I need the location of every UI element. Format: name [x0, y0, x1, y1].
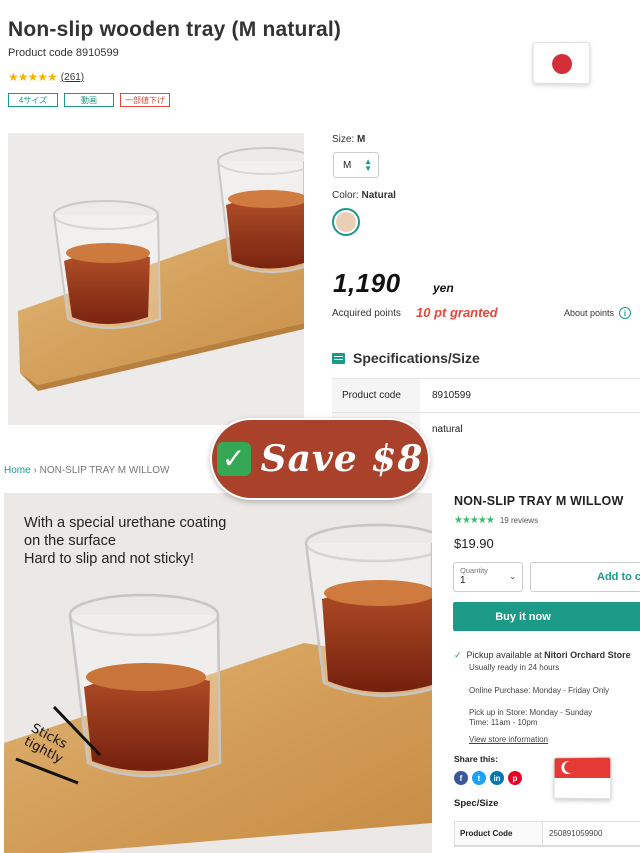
save-badge: ✓ Save $8	[210, 418, 430, 500]
buy-now-button[interactable]: Buy it now	[453, 602, 640, 631]
info-icon: i	[619, 307, 632, 319]
color-swatch-natural[interactable]	[332, 208, 360, 236]
size-value: M	[357, 134, 366, 145]
size-select-value: M	[343, 159, 352, 171]
table-row: Product code 8910599	[332, 379, 640, 413]
check-icon: ✓	[454, 650, 462, 660]
tag-video[interactable]: 動画	[64, 93, 114, 107]
share-buttons: f t in p	[454, 771, 522, 785]
pickup-availability: ✓ Pickup available at Nitori Orchard Stor…	[454, 650, 631, 660]
tray-glasses-illustration	[8, 133, 304, 425]
pickup-time: Time: 11am - 10pm	[469, 718, 538, 727]
rating: ★★★★★ (261)	[8, 70, 84, 84]
rating: ★★★★★ 19 reviews	[454, 515, 538, 526]
currency: yen	[433, 281, 454, 295]
add-to-cart-button[interactable]: Add to cart	[530, 562, 640, 592]
acquired-points-label: Acquired points	[332, 308, 401, 319]
points-granted: 10 pt granted	[416, 305, 498, 320]
spec-heading: Specifications/Size	[332, 350, 480, 366]
store-info-link[interactable]: View store information	[469, 735, 548, 744]
color-label: Color: Natural	[332, 190, 396, 201]
size-label: Size: M	[332, 134, 366, 145]
color-value: Natural	[361, 190, 396, 201]
spec-heading: Spec/Size	[454, 798, 499, 809]
review-count[interactable]: 19 reviews	[500, 516, 538, 525]
product-code: Product code 8910599	[8, 47, 119, 59]
about-points-link[interactable]: About points i	[564, 307, 632, 319]
chevron-down-icon: ⌄	[509, 572, 516, 581]
tag-price-down[interactable]: 一部値下げ	[120, 93, 170, 107]
japan-flag	[532, 41, 591, 85]
ready-time: Usually ready in 24 hours	[469, 663, 560, 672]
breadcrumb-home[interactable]: Home	[4, 465, 31, 476]
save-text: Save $8	[260, 438, 424, 480]
facebook-icon[interactable]: f	[454, 771, 468, 785]
review-count-link[interactable]: (261)	[61, 72, 84, 83]
breadcrumb: Home › NON-SLIP TRAY M WILLOW	[4, 465, 169, 476]
product-title: NON-SLIP TRAY M WILLOW	[454, 494, 624, 508]
price: $19.90	[454, 536, 494, 551]
table-row: Product Code 250891059900	[455, 822, 640, 846]
quantity-label: Quantity	[460, 566, 488, 575]
pinterest-icon[interactable]: p	[508, 771, 522, 785]
pickup-days: Pick up in Store: Monday - Sunday	[469, 708, 593, 717]
singapore-flag	[553, 756, 612, 800]
breadcrumb-current: NON-SLIP TRAY M WILLOW	[39, 465, 170, 476]
sg-product-section: Home › NON-SLIP TRAY M WILLOW With a spe…	[0, 440, 640, 853]
breadcrumb-separator: ›	[33, 465, 37, 476]
feature-caption: With a special urethane coating on the s…	[24, 515, 227, 567]
spec-icon	[332, 352, 345, 364]
linkedin-icon[interactable]: in	[490, 771, 504, 785]
star-icon: ★★★★★	[8, 70, 58, 84]
star-icon: ★★★★★	[454, 515, 495, 526]
price: 1,190	[333, 268, 401, 298]
share-label: Share this:	[454, 754, 498, 764]
tag-sizes[interactable]: 4サイズ	[8, 93, 58, 107]
pickup-store: Nitori Orchard Store	[544, 650, 631, 660]
tag-list: 4サイズ 動画 一部値下げ	[8, 93, 170, 107]
quantity-select[interactable]: Quantity 1 ⌄	[453, 562, 523, 592]
chevron-updown-icon: ▲ ▼	[364, 157, 372, 173]
product-image	[8, 133, 304, 425]
spec-table: Product Code 250891059900	[454, 821, 640, 847]
size-select[interactable]: M ▲ ▼	[333, 152, 379, 178]
online-purchase-hours: Online Purchase: Monday - Friday Only	[469, 686, 610, 695]
quantity-value: 1	[460, 575, 466, 586]
jp-product-section: Non-slip wooden tray (M natural) Product…	[0, 0, 640, 447]
check-icon: ✓	[216, 442, 251, 476]
twitter-icon[interactable]: t	[472, 771, 486, 785]
product-title: Non-slip wooden tray (M natural)	[8, 18, 342, 41]
